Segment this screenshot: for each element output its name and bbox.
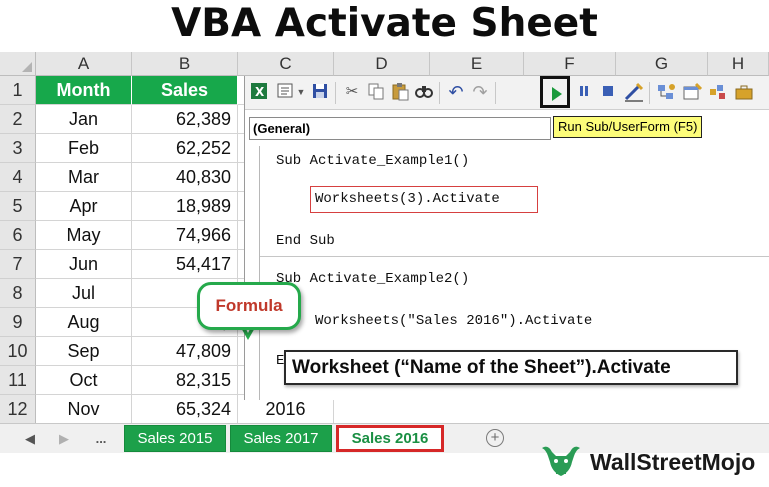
- syntax-box: Worksheet (“Name of the Sheet”).Activate: [284, 350, 738, 385]
- sales-cell[interactable]: 62,389: [132, 105, 238, 134]
- row-header-6[interactable]: 6: [0, 221, 36, 250]
- toolbox-icon[interactable]: [733, 81, 755, 103]
- row-header-4[interactable]: 4: [0, 163, 36, 192]
- sales-cell[interactable]: 65,324: [132, 395, 238, 423]
- project-explorer-icon[interactable]: [655, 81, 677, 103]
- month-cell[interactable]: Aug: [36, 308, 132, 337]
- select-all-icon: [22, 62, 32, 72]
- dropdown-arrow-icon[interactable]: ▼: [295, 81, 307, 103]
- code-sub1-declaration: Sub Activate_Example1(): [276, 153, 470, 169]
- run-icon: [552, 87, 562, 101]
- month-cell[interactable]: Jun: [36, 250, 132, 279]
- code-sub1-body: Worksheets(3).Activate: [315, 191, 500, 207]
- month-cell[interactable]: Sep: [36, 337, 132, 366]
- row-header-5[interactable]: 5: [0, 192, 36, 221]
- find-icon[interactable]: [413, 81, 435, 103]
- more-tabs-ellipsis[interactable]: ...: [90, 428, 112, 450]
- copy-icon[interactable]: [365, 81, 387, 103]
- code-sub2-declaration: Sub Activate_Example2(): [276, 271, 470, 287]
- row-header-3[interactable]: 3: [0, 134, 36, 163]
- toolbar-separator: [649, 82, 650, 104]
- sales-cell[interactable]: 18,989: [132, 192, 238, 221]
- month-cell[interactable]: Jan: [36, 105, 132, 134]
- properties-icon[interactable]: [681, 81, 703, 103]
- column-header-a[interactable]: A: [36, 52, 132, 76]
- column-header-c[interactable]: C: [238, 52, 334, 76]
- code-sub2-body: Worksheets("Sales 2016").Activate: [315, 313, 593, 329]
- sales-cell[interactable]: 74,966: [132, 221, 238, 250]
- column-headers: A B C D E F G H: [36, 52, 769, 76]
- month-cell[interactable]: Feb: [36, 134, 132, 163]
- row-header-7[interactable]: 7: [0, 250, 36, 279]
- row-header-12[interactable]: 12: [0, 395, 36, 423]
- header-cell-sales[interactable]: Sales: [132, 76, 238, 105]
- month-cell[interactable]: Apr: [36, 192, 132, 221]
- column-header-f[interactable]: F: [524, 52, 616, 76]
- column-header-d[interactable]: D: [334, 52, 430, 76]
- row-header-8[interactable]: 8: [0, 279, 36, 308]
- save-icon[interactable]: [309, 81, 331, 103]
- bull-logo-icon: [542, 446, 580, 476]
- row-header-10[interactable]: 10: [0, 337, 36, 366]
- sales-cell[interactable]: 40,830: [132, 163, 238, 192]
- header-cell-month[interactable]: Month: [36, 76, 132, 105]
- row-header-1[interactable]: 1: [0, 76, 36, 105]
- sales-cell[interactable]: 54,417: [132, 250, 238, 279]
- row-headers: 1 2 3 4 5 6 7 8 9 10 11 12: [0, 76, 36, 423]
- row-header-11[interactable]: 11: [0, 366, 36, 395]
- column-header-g[interactable]: G: [616, 52, 708, 76]
- vba-toolbar: X ▼ ✂ ↶ ↷: [245, 76, 769, 110]
- svg-text:X: X: [255, 85, 265, 99]
- pause-icon[interactable]: [573, 81, 595, 103]
- wallstreetmojo-logo: WallStreetMojo: [538, 442, 766, 482]
- insert-module-icon[interactable]: [275, 81, 297, 103]
- design-mode-icon[interactable]: [623, 81, 645, 103]
- sales-cell[interactable]: 62,252: [132, 134, 238, 163]
- column-header-e[interactable]: E: [430, 52, 524, 76]
- select-all-corner[interactable]: [0, 52, 36, 76]
- formula-callout: Formula: [197, 282, 301, 330]
- toolbar-separator: [439, 82, 440, 104]
- add-sheet-button[interactable]: +: [486, 429, 504, 447]
- scroll-right-icon[interactable]: ▶: [56, 428, 72, 450]
- month-cell[interactable]: May: [36, 221, 132, 250]
- cut-icon[interactable]: ✂: [341, 81, 363, 103]
- stop-icon[interactable]: [597, 81, 619, 103]
- undo-icon[interactable]: ↶: [445, 81, 467, 103]
- logo-text: WallStreetMojo: [590, 449, 756, 475]
- code-sub1-end: End Sub: [276, 233, 335, 249]
- toolbar-separator: [495, 82, 496, 104]
- procedure-separator: [260, 256, 769, 257]
- row-header-2[interactable]: 2: [0, 105, 36, 134]
- month-cell[interactable]: Oct: [36, 366, 132, 395]
- excel-icon[interactable]: X: [249, 81, 271, 103]
- object-dropdown[interactable]: (General): [249, 117, 551, 140]
- tab-sales-2015[interactable]: Sales 2015: [124, 425, 226, 452]
- scroll-left-icon[interactable]: ◀: [22, 428, 38, 450]
- month-cell[interactable]: Nov: [36, 395, 132, 423]
- object-browser-icon[interactable]: [707, 81, 729, 103]
- column-header-b[interactable]: B: [132, 52, 238, 76]
- toolbar-separator: [335, 82, 336, 104]
- redo-icon[interactable]: ↷: [469, 81, 491, 103]
- column-header-h[interactable]: H: [708, 52, 769, 76]
- tab-sales-2017[interactable]: Sales 2017: [230, 425, 332, 452]
- row-header-9[interactable]: 9: [0, 308, 36, 337]
- run-tooltip: Run Sub/UserForm (F5): [553, 116, 703, 138]
- sales-cell[interactable]: 82,315: [132, 366, 238, 395]
- month-cell[interactable]: Mar: [36, 163, 132, 192]
- month-cell[interactable]: Jul: [36, 279, 132, 308]
- page-title: VBA Activate Sheet: [171, 1, 598, 46]
- sales-cell[interactable]: 47,809: [132, 337, 238, 366]
- run-button[interactable]: [540, 76, 570, 108]
- paste-icon[interactable]: [389, 81, 411, 103]
- tab-sales-2016[interactable]: Sales 2016: [336, 425, 444, 452]
